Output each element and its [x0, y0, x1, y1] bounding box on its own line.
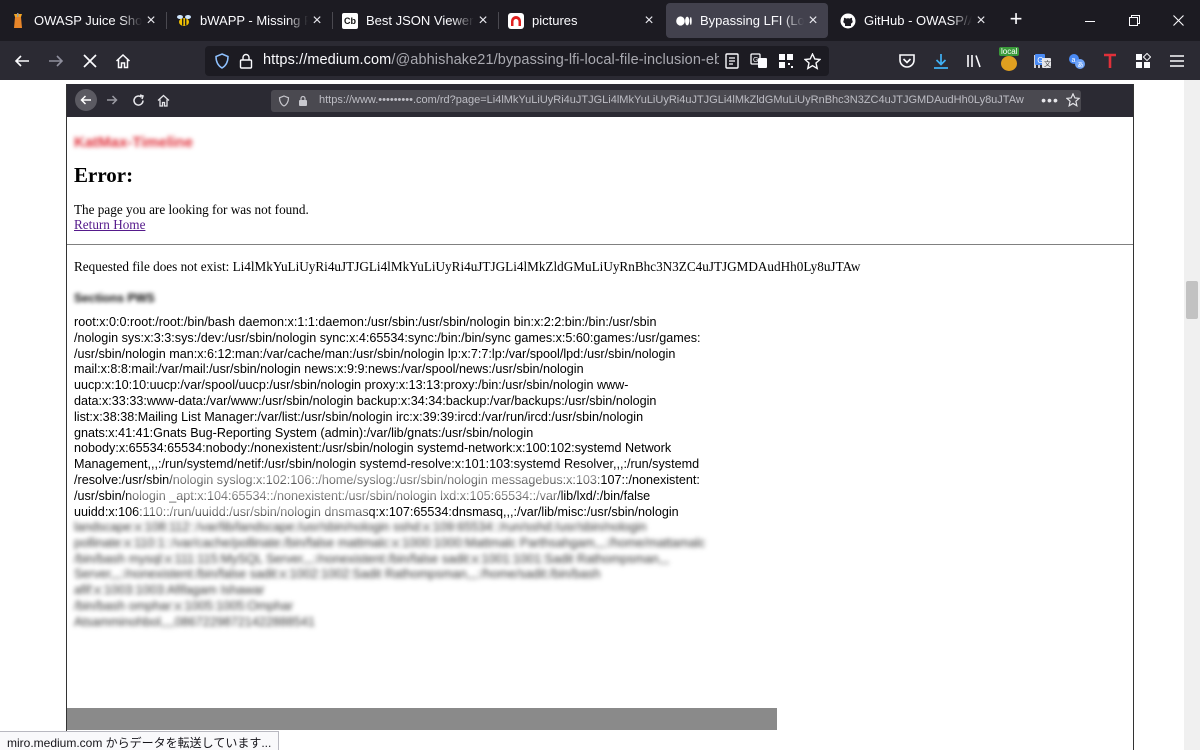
bee-icon: [176, 13, 192, 29]
tab-pictures[interactable]: pictures ×: [498, 0, 664, 41]
tab-juice-shop[interactable]: OWASP Juice Shop ×: [0, 0, 166, 41]
passwd-redacted-line: /bin/bash omphar:x:1005:1005:Omphar: [74, 598, 294, 613]
tab-json-viewer[interactable]: Cb Best JSON Viewer and ×: [332, 0, 498, 41]
passwd-redacted-line: pollinate:x:110:1::/var/cache/pollinate:…: [74, 535, 706, 550]
close-window-button[interactable]: [1156, 0, 1200, 41]
extensions-icon[interactable]: [1132, 50, 1154, 72]
qr-code-icon[interactable]: [775, 50, 797, 72]
passwd-line: root:x:0:0:root:/root:/bin/bash daemon:x…: [74, 315, 657, 329]
passwd-file-content-redacted: landscape:x:108:112::/var/lib/landscape:…: [74, 520, 754, 631]
scrollbar-thumb[interactable]: [1186, 281, 1198, 319]
page-translate-icon[interactable]: G: [748, 50, 770, 72]
return-home-link: Return Home: [74, 217, 146, 232]
screenshot-browser-toolbar: https://www.•••••••••.com/rd?page=Li4lMk…: [67, 84, 1133, 117]
tracking-protection-shield-icon[interactable]: [211, 50, 233, 72]
passwd-redacted-line: Server,,,:/nonexistent:/bin/false sadit:…: [74, 567, 601, 582]
close-icon[interactable]: ×: [474, 12, 492, 30]
library-icon[interactable]: [964, 50, 986, 72]
tab-bar: OWASP Juice Shop × bWAPP - Missing Funct…: [0, 0, 1200, 41]
screenshot-home-icon: [153, 90, 173, 110]
vertical-scrollbar[interactable]: [1184, 80, 1200, 750]
passwd-redacted-line: Atsamminohbol,,,,08672298721422888541: [74, 614, 315, 629]
stop-loading-icon[interactable]: [79, 50, 101, 72]
screenshot-forward-arrow-icon: [102, 90, 122, 110]
close-icon[interactable]: ×: [972, 12, 990, 30]
svg-text:G: G: [753, 57, 758, 64]
home-icon[interactable]: [112, 50, 134, 72]
passwd-redacted-line: /bin/bash mysql:x:111:115:MySQL Server,,…: [74, 551, 670, 566]
requested-file-message: Requested file does not exist: Li4lMkYuL…: [74, 259, 861, 274]
tab-bypassing-lfi[interactable]: Bypassing LFI (Local Fil ×: [666, 3, 828, 38]
tab-title: GitHub - OWASP/Amas: [864, 13, 972, 28]
screenshot-more-icon: •••: [1041, 92, 1059, 108]
svg-text:a: a: [1072, 57, 1076, 64]
article-screenshot: https://www.•••••••••.com/rd?page=Li4lMk…: [66, 84, 1134, 750]
passwd-line: data:x:33:33:www-data:/var/www:/usr/sbin…: [74, 393, 657, 408]
error-title: Error:: [74, 163, 134, 187]
error-message: The page you are looking for was not fou…: [74, 202, 309, 217]
text-extension-icon[interactable]: [1099, 50, 1121, 72]
passwd-line: /nologin sys:x:3:3:sys:/dev:/usr/sbin/no…: [74, 330, 701, 345]
passwd-line: gnats:x:41:41:Gnats Bug-Reporting System…: [74, 425, 534, 440]
tab-title: OWASP Juice Shop: [34, 13, 142, 28]
close-icon[interactable]: ×: [308, 12, 326, 30]
status-bar: miro.medium.com からデータを転送しています...: [0, 731, 280, 750]
tab-title: Bypassing LFI (Local Fil: [700, 13, 804, 28]
reader-view-icon[interactable]: [721, 50, 743, 72]
forward-arrow-icon[interactable]: [45, 50, 67, 72]
svg-text:文: 文: [1044, 59, 1051, 68]
tab-title: pictures: [532, 13, 578, 28]
lock-icon[interactable]: [235, 50, 257, 72]
bookmark-star-icon[interactable]: [801, 50, 823, 72]
url-text[interactable]: https://medium.com/@abhishake21/bypassin…: [263, 52, 719, 68]
screenshot-star-icon: [1063, 90, 1083, 110]
restore-button[interactable]: [1112, 0, 1156, 41]
passwd-line: nobody:x:65534:65534:nobody:/nonexistent…: [74, 441, 672, 456]
extension-local-icon[interactable]: local: [999, 47, 1021, 72]
medium-icon: [676, 13, 692, 29]
menu-icon[interactable]: [1166, 50, 1188, 72]
address-bar[interactable]: https://medium.com/@abhishake21/bypassin…: [205, 46, 829, 76]
passwd-line: /usr/sbin/nologin man:x:6:12:man:/var/ca…: [74, 346, 676, 361]
passwd-line: mail:x:8:8:mail:/var/mail:/usr/sbin/nolo…: [74, 362, 584, 377]
download-icon[interactable]: [930, 50, 952, 72]
google-translate-icon[interactable]: G文: [1032, 50, 1054, 72]
screenshot-shield-icon: [274, 91, 294, 111]
github-icon: [840, 13, 856, 29]
screenshot-lock-icon: [293, 91, 313, 111]
close-icon[interactable]: ×: [142, 12, 160, 30]
minimize-button[interactable]: [1068, 0, 1112, 41]
tab-title: Best JSON Viewer and: [366, 13, 474, 28]
screenshot-reload-icon: [128, 90, 148, 110]
redaction-smudge: [139, 502, 369, 515]
tab-github[interactable]: GitHub - OWASP/Amas ×: [830, 0, 996, 41]
screenshot-back-arrow-icon: [75, 89, 97, 111]
close-icon[interactable]: ×: [804, 12, 822, 30]
site-name: KatMax-Timeline: [74, 134, 193, 151]
pictures-icon: [508, 12, 524, 29]
passwd-line: uucp:x:10:10:uucp:/var/spool/uucp:/usr/s…: [74, 378, 629, 393]
tab-bwapp[interactable]: bWAPP - Missing Functi ×: [166, 0, 332, 41]
translate-extension-icon[interactable]: aあ: [1066, 50, 1088, 72]
divider: [67, 244, 1133, 245]
passwd-redacted-line: afif:x:1003:1003:Afifagam Ishawar: [74, 583, 265, 598]
url-host: https://medium.com: [263, 52, 392, 68]
screenshot-url-bar: https://www.•••••••••.com/rd?page=Li4lMk…: [271, 90, 1081, 112]
codebeautify-icon: Cb: [342, 12, 358, 29]
url-path: /@abhishake21/bypassing-lfi-local-file-i…: [391, 52, 719, 68]
juice-shop-icon: [10, 12, 26, 29]
tab-title: bWAPP - Missing Functi: [200, 13, 308, 28]
redaction-smudge: [171, 470, 601, 483]
screenshot-bottom-bar: [67, 708, 777, 730]
passwd-redacted-line: landscape:x:108:112::/var/lib/landscape:…: [74, 520, 647, 534]
new-tab-button[interactable]: +: [1004, 8, 1028, 32]
svg-text:あ: あ: [1078, 62, 1084, 69]
passwd-line: list:x:38:38:Mailing List Manager:/var/l…: [74, 409, 644, 424]
section-heading: Sections PWS: [74, 291, 155, 305]
redaction-smudge: [129, 486, 559, 499]
pocket-icon[interactable]: [896, 50, 918, 72]
back-arrow-icon[interactable]: [11, 50, 33, 72]
screenshot-url-text: https://www.•••••••••.com/rd?page=Li4lMk…: [319, 94, 1024, 106]
close-icon[interactable]: ×: [640, 12, 658, 30]
